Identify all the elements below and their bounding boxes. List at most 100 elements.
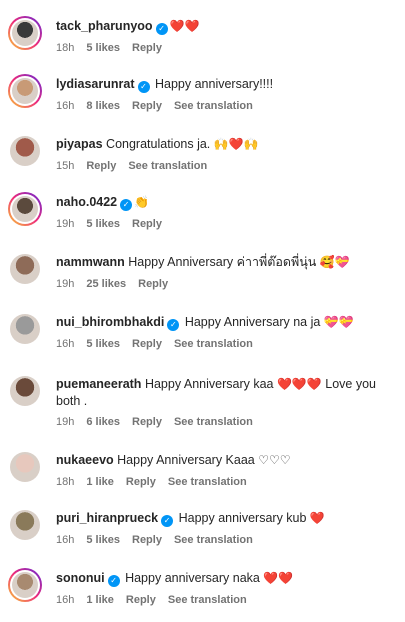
avatar-image [12,572,38,598]
verified-badge-icon: ✓ [107,575,120,587]
likes-count[interactable]: 5 likes [86,42,120,54]
avatar[interactable] [8,508,42,542]
avatar-image [10,314,40,344]
see-translation-button[interactable]: See translation [174,338,253,350]
comment-item: lydiasarunrat ✓ Happy anniversary!!!! 16h… [0,72,405,128]
username-link[interactable]: lydiasarunrat [56,77,135,91]
timestamp: 19h [56,218,75,230]
comment-body: piyapas Congratulations ja. 🙌❤️🙌 [56,136,399,153]
reply-button[interactable]: Reply [132,218,162,230]
reply-button[interactable]: Reply [126,476,156,488]
comment-text: Happy anniversary kub [175,511,310,525]
reply-button[interactable]: Reply [132,100,162,112]
comment-body: nukaeevo Happy Anniversary Kaaa ♡♡♡ [56,452,399,469]
avatar-image [12,78,38,104]
avatar-image [10,510,40,540]
comment-body: nui_bhirombhakdi ✓ Happy Anniversary na j… [56,314,399,331]
timestamp: 16h [56,534,75,546]
comment-meta: 19h 5 likes Reply [56,218,174,230]
comment-item: nukaeevo Happy Anniversary Kaaa ♡♡♡ 18h 1 … [0,448,405,504]
see-translation-button[interactable]: See translation [174,416,253,428]
avatar[interactable] [8,192,42,226]
comment-body: sononui ✓ Happy anniversary naka ❤️❤️ [56,570,399,587]
verified-badge-icon: ✓ [161,515,174,527]
emoji-icon: ❤️❤️❤️ [276,377,322,391]
see-translation-button[interactable]: See translation [128,160,207,172]
verified-badge-icon: ✓ [120,199,133,211]
timestamp: 18h [56,42,75,54]
see-translation-button[interactable]: See translation [168,594,247,606]
likes-count[interactable]: 1 like [86,476,114,488]
emoji-icon: 🙌❤️🙌 [213,137,259,151]
username-link[interactable]: nui_bhirombhakdi [56,315,164,329]
reply-button[interactable]: Reply [132,42,162,54]
emoji-icon: 💝💝 [323,315,354,329]
likes-count[interactable]: 5 likes [86,338,120,350]
username-link[interactable]: puemaneerath [56,377,141,391]
comment-meta: 16h 8 likes Reply See translation [56,100,265,112]
emoji-icon: ❤️❤️ [169,19,200,33]
comment-text: Happy Anniversary Kaaa [117,453,259,467]
comment-body: tack_pharunyoo ✓ ❤️❤️ [56,18,399,35]
avatar[interactable] [8,134,42,168]
see-translation-button[interactable]: See translation [174,534,253,546]
timestamp: 16h [56,338,75,350]
username-link[interactable]: puri_hiranprueck [56,511,158,525]
verified-badge-icon: ✓ [155,23,168,35]
avatar-image [10,376,40,406]
likes-count[interactable]: 5 likes [86,534,120,546]
comment-meta: 16h 5 likes Reply See translation [56,534,265,546]
comment-body: lydiasarunrat ✓ Happy anniversary!!!! [56,76,399,93]
username-link[interactable]: naho.0422 [56,195,117,209]
reply-button[interactable]: Reply [132,534,162,546]
comment-item: piyapas Congratulations ja. 🙌❤️🙌 15h Reply… [0,132,405,188]
comment-item: nui_bhirombhakdi ✓ Happy Anniversary na j… [0,310,405,366]
reply-button[interactable]: Reply [138,278,168,290]
comments-list: tack_pharunyoo ✓ ❤️❤️ 18h 5 likes Reply lydias… [0,0,405,614]
avatar[interactable] [8,252,42,286]
likes-count[interactable]: 1 like [86,594,114,606]
username-link[interactable]: piyapas [56,137,103,151]
timestamp: 18h [56,476,75,488]
comment-item: nammwann Happy Anniversary ค่าาพี่ต๊อดพี… [0,250,405,306]
reply-button[interactable]: Reply [132,416,162,428]
avatar-image [10,452,40,482]
emoji-icon: ❤️ [309,511,325,525]
likes-count[interactable]: 6 likes [86,416,120,428]
verified-badge-icon: ✓ [137,81,150,93]
comment-body: naho.0422 ✓ 👏 [56,194,399,211]
avatar[interactable] [8,374,42,408]
timestamp: 19h [56,416,75,428]
avatar[interactable] [8,312,42,346]
avatar[interactable] [8,74,42,108]
emoji-icon: 🥰💝 [319,255,350,269]
see-translation-button[interactable]: See translation [174,100,253,112]
avatar-image [12,20,38,46]
likes-count[interactable]: 5 likes [86,218,120,230]
verified-badge-icon: ✓ [167,319,180,331]
reply-button[interactable]: Reply [126,594,156,606]
username-link[interactable]: tack_pharunyoo [56,19,153,33]
avatar[interactable] [8,568,42,602]
avatar-image [12,196,38,222]
likes-count[interactable]: 8 likes [86,100,120,112]
username-link[interactable]: nammwann [56,255,125,269]
comment-item: puemaneerath Happy Anniversary kaa ❤️❤️❤… [0,372,405,428]
likes-count[interactable]: 25 likes [86,278,126,290]
username-link[interactable]: nukaeevo [56,453,114,467]
avatar[interactable] [8,16,42,50]
comment-text: Happy Anniversary ค่าาพี่ต๊อดพี่นุ่น [128,255,320,269]
see-translation-button[interactable]: See translation [168,476,247,488]
comment-item: puri_hiranprueck ✓ Happy anniversary kub … [0,506,405,562]
comment-meta: 19h 6 likes Reply See translation [56,416,265,428]
username-link[interactable]: sononui [56,571,105,585]
comment-meta: 18h 5 likes Reply [56,42,174,54]
reply-button[interactable]: Reply [132,338,162,350]
avatar[interactable] [8,450,42,484]
comment-item: tack_pharunyoo ✓ ❤️❤️ 18h 5 likes Reply [0,14,405,70]
comment-text: Happy Anniversary na ja [181,315,324,329]
reply-button[interactable]: Reply [86,160,116,172]
comment-text: Happy Anniversary kaa [144,377,277,391]
comment-meta: 16h 5 likes Reply See translation [56,338,265,350]
comment-meta: 18h 1 like Reply See translation [56,476,259,488]
